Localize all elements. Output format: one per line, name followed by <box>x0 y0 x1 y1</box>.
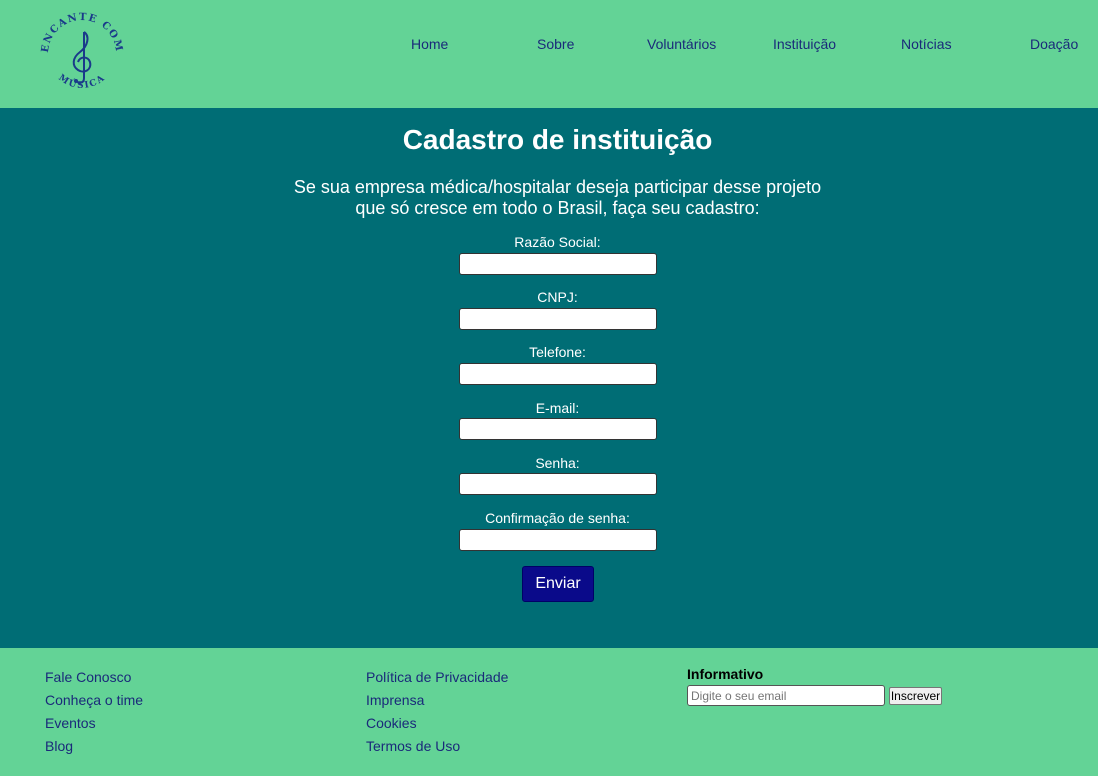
registration-section: Cadastro de instituição Se sua empresa m… <box>0 108 1098 648</box>
treble-clef-icon: ENCANTE COM MÚSICA <box>40 12 125 91</box>
senha-label: Senha: <box>535 455 580 471</box>
nav-sobre[interactable]: Sobre <box>537 36 574 52</box>
page-title: Cadastro de instituição <box>402 124 713 155</box>
site-logo[interactable]: ENCANTE COM MÚSICA <box>36 8 128 100</box>
svg-text:ENCANTE COM: ENCANTE COM <box>40 12 125 54</box>
footer-link-eventos[interactable]: Eventos <box>45 715 96 731</box>
intro-line-1: Se sua empresa médica/hospitalar deseja … <box>293 177 822 197</box>
intro-text: Se sua empresa médica/hospitalar deseja … <box>0 177 1098 219</box>
confirmacao-senha-input[interactable] <box>459 529 657 551</box>
nav-voluntarios[interactable]: Voluntários <box>647 36 716 52</box>
telefone-label: Telefone: <box>529 344 586 360</box>
newsletter-title: Informativo <box>687 666 764 682</box>
confirmacao-senha-label: Confirmação de senha: <box>485 510 630 526</box>
senha-input[interactable] <box>459 473 657 495</box>
nav-doacao[interactable]: Doação <box>1030 36 1078 52</box>
nav-noticias[interactable]: Notícias <box>901 36 952 52</box>
intro-line-2: que só cresce em todo o Brasil, faça seu… <box>355 198 760 218</box>
footer-link-blog[interactable]: Blog <box>45 738 73 754</box>
nav-home[interactable]: Home <box>411 36 448 52</box>
logo-top-text: ENCANTE COM <box>40 12 123 54</box>
nav-instituicao[interactable]: Instituição <box>773 36 836 52</box>
cnpj-input[interactable] <box>459 308 657 330</box>
razao-social-input[interactable] <box>459 253 657 275</box>
footer-link-conheca-time[interactable]: Conheça o time <box>45 692 143 708</box>
email-input[interactable] <box>459 418 657 440</box>
email-label: E-mail: <box>535 400 580 416</box>
site-header: ENCANTE COM MÚSICA Home Sobre Voluntário… <box>0 0 1098 108</box>
submit-button[interactable]: Enviar <box>522 566 594 602</box>
footer-link-termos[interactable]: Termos de Uso <box>366 738 460 754</box>
subscribe-button[interactable]: Inscrever <box>889 687 942 705</box>
footer-link-imprensa[interactable]: Imprensa <box>366 692 424 708</box>
razao-social-label: Razão Social: <box>514 234 601 250</box>
footer-link-privacidade[interactable]: Política de Privacidade <box>366 669 508 685</box>
cnpj-label: CNPJ: <box>537 289 578 305</box>
footer-link-fale-conosco[interactable]: Fale Conosco <box>45 669 131 685</box>
newsletter-email-input[interactable] <box>687 685 885 706</box>
telefone-input[interactable] <box>459 363 657 385</box>
site-footer: Fale Conosco Conheça o time Eventos Blog… <box>0 648 1098 776</box>
footer-link-cookies[interactable]: Cookies <box>366 715 417 731</box>
